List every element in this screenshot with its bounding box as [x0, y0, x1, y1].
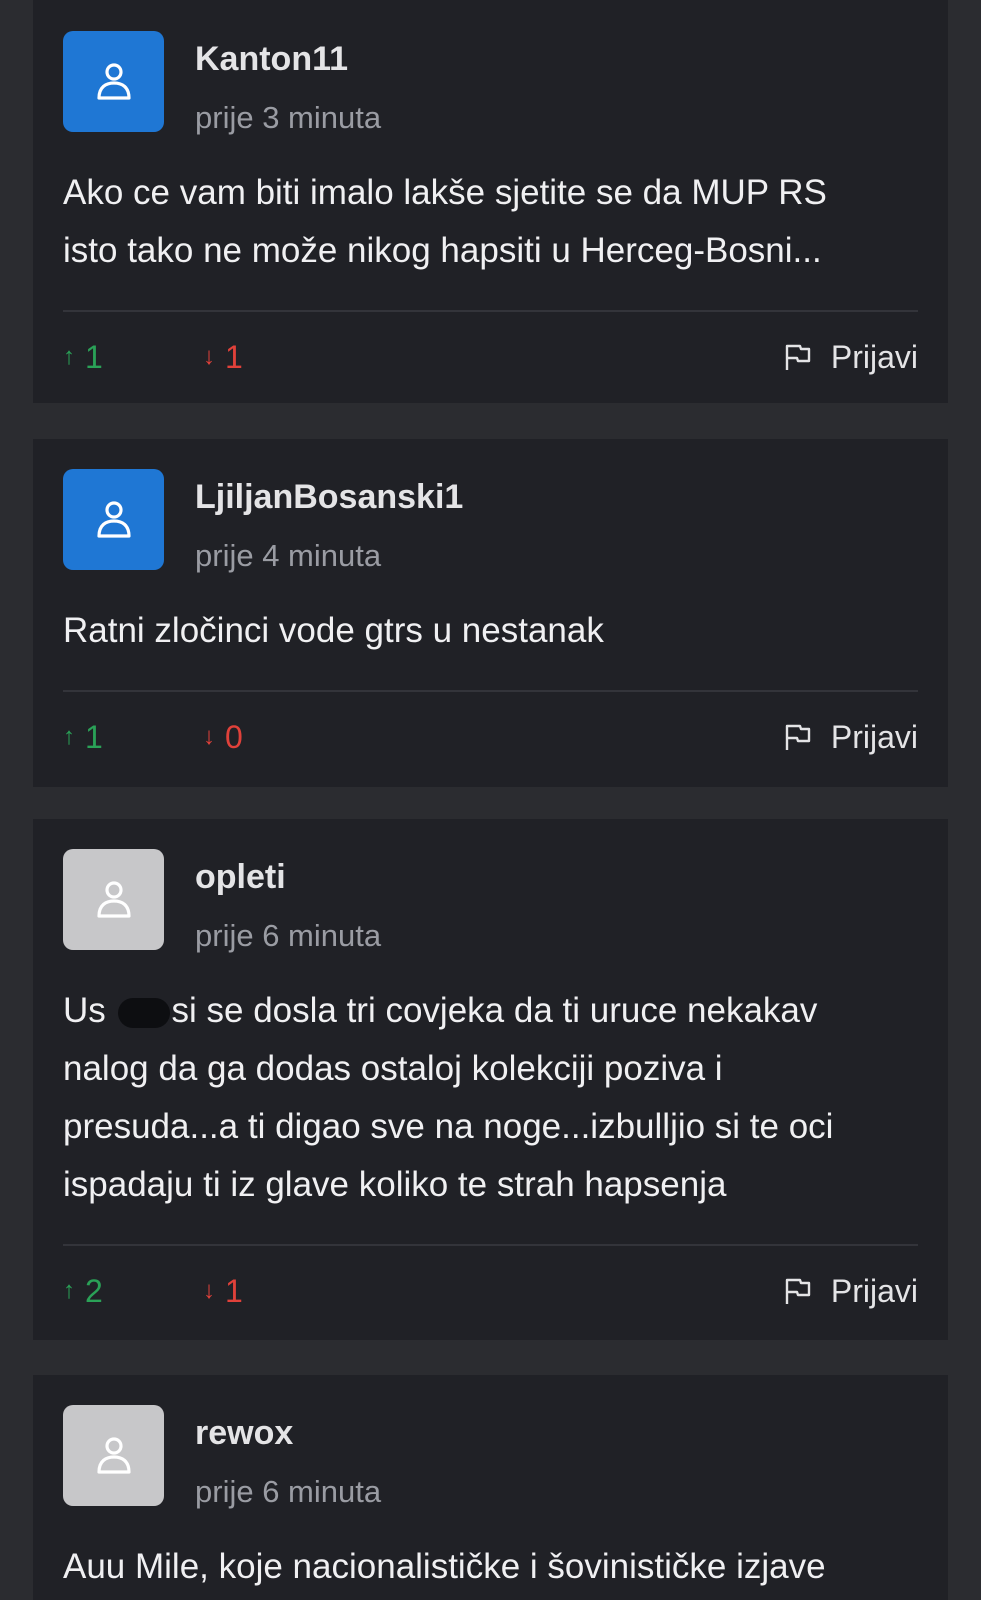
upvote-count: 1 [85, 718, 103, 755]
comment-header: LjiljanBosanski1 prije 4 minuta [63, 469, 918, 576]
comment-text-rest: si se dosla tri covjeka da ti uruce neka… [63, 991, 834, 1204]
upvote-button[interactable]: ↑ 1 [63, 719, 203, 756]
comments-page: Kanton11 prije 3 minuta Ako ce vam biti … [0, 0, 981, 1600]
upvote-count: 1 [85, 338, 103, 375]
comment-card: opleti prije 6 minuta Us si se dosla tri… [33, 819, 948, 1340]
downvote-count: 1 [225, 338, 243, 375]
username[interactable]: Kanton11 [195, 37, 381, 81]
user-icon [96, 62, 131, 100]
redaction-blot [117, 997, 170, 1028]
user-icon [96, 1436, 131, 1474]
arrow-up-icon: ↑ [63, 1277, 75, 1304]
arrow-up-icon: ↑ [63, 343, 75, 370]
avatar[interactable] [63, 31, 164, 132]
downvote-button[interactable]: ↓ 1 [203, 339, 243, 376]
upvote-button[interactable]: ↑ 2 [63, 1273, 203, 1310]
comment-actions: ↑ 2 ↓ 1 Prijavi [63, 1246, 918, 1336]
report-button[interactable]: Prijavi [783, 339, 918, 376]
comment-actions: ↑ 1 ↓ 0 Prijavi [63, 692, 918, 782]
avatar[interactable] [63, 1405, 164, 1506]
user-icon [96, 880, 131, 918]
timestamp: prije 6 minuta [195, 1474, 382, 1509]
avatar[interactable] [63, 849, 164, 950]
report-label: Prijavi [830, 718, 918, 755]
upvote-button[interactable]: ↑ 1 [63, 339, 203, 376]
comment-text: Auu Mile, koje nacionalističke i šovinis… [63, 1547, 826, 1586]
username[interactable]: opleti [195, 855, 381, 899]
comment-meta: opleti prije 6 minuta [195, 849, 381, 956]
comment-meta: rewox prije 6 minuta [195, 1405, 381, 1512]
flag-icon [785, 1278, 811, 1304]
comment-text: Us si se dosla tri covjeka da ti uruce n… [63, 982, 918, 1214]
comment-actions: ↑ 1 ↓ 1 Prijavi [63, 312, 918, 402]
downvote-button[interactable]: ↓ 1 [203, 1273, 243, 1310]
timestamp: prije 3 minuta [195, 100, 382, 135]
downvote-count: 1 [225, 1272, 243, 1309]
report-button[interactable]: Prijavi [783, 1273, 918, 1310]
flag-icon [785, 724, 811, 750]
comment-card: rewox prije 6 minuta Auu Mile, koje naci… [33, 1375, 948, 1600]
downvote-count: 0 [225, 718, 243, 755]
report-label: Prijavi [830, 1272, 918, 1309]
comment-meta: Kanton11 prije 3 minuta [195, 31, 381, 138]
downvote-button[interactable]: ↓ 0 [203, 719, 243, 756]
timestamp: prije 4 minuta [195, 538, 382, 573]
comment-header: rewox prije 6 minuta [63, 1405, 918, 1512]
arrow-down-icon: ↓ [203, 723, 215, 750]
comment-card: LjiljanBosanski1 prije 4 minuta Ratni zl… [33, 439, 948, 787]
arrow-down-icon: ↓ [203, 1277, 215, 1304]
comment-header: opleti prije 6 minuta [63, 849, 918, 956]
avatar[interactable] [63, 469, 164, 570]
timestamp: prije 6 minuta [195, 918, 382, 953]
report-button[interactable]: Prijavi [783, 719, 918, 756]
comment-card: Kanton11 prije 3 minuta Ako ce vam biti … [33, 0, 948, 403]
comment-text: Ratni zločinci vode gtrs u nestanak [63, 611, 604, 650]
upvote-count: 2 [85, 1272, 103, 1309]
comment-text-start: Us [63, 991, 116, 1030]
flag-icon [785, 344, 811, 370]
comment-header: Kanton11 prije 3 minuta [63, 31, 918, 138]
comment-meta: LjiljanBosanski1 prije 4 minuta [195, 469, 463, 576]
comment-text: Ako ce vam biti imalo lakše sjetite se d… [63, 173, 827, 270]
report-label: Prijavi [830, 338, 918, 375]
username[interactable]: rewox [195, 1411, 381, 1455]
arrow-down-icon: ↓ [203, 343, 215, 370]
arrow-up-icon: ↑ [63, 723, 75, 750]
username[interactable]: LjiljanBosanski1 [195, 475, 463, 519]
user-icon [96, 500, 131, 538]
